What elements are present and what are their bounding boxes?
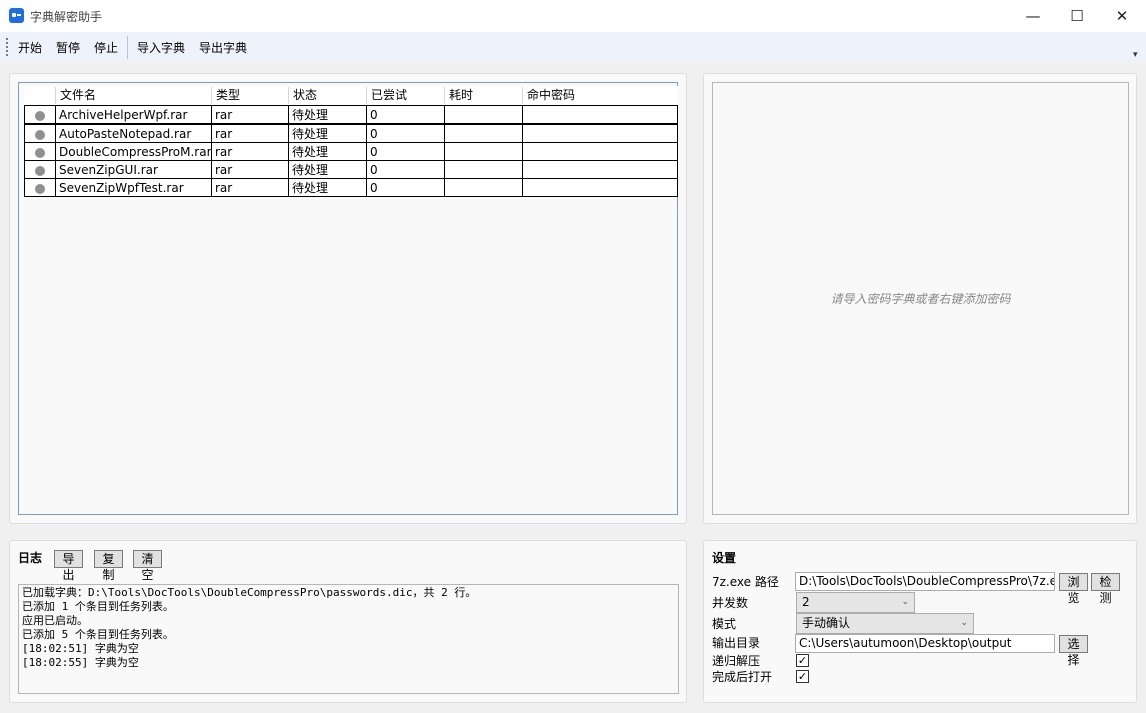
cell-status: 待处理 xyxy=(288,161,367,179)
column-header-hit-password[interactable]: 命中密码 xyxy=(522,87,678,104)
log-line: 应用已启动。 xyxy=(22,614,88,627)
cell-hit-password xyxy=(522,161,677,179)
cell-status: 待处理 xyxy=(288,125,367,143)
cell-tried: 0 xyxy=(366,143,445,161)
log-line: [18:02:55] 字典为空 xyxy=(22,656,139,669)
detect-button[interactable]: 检测 xyxy=(1091,573,1120,605)
status-dot-icon xyxy=(35,111,45,121)
checkmark-icon: ✓ xyxy=(797,670,808,683)
seven-zip-path-label: 7z.exe 路径 xyxy=(712,575,779,589)
import-dict-button[interactable]: 导入字典 xyxy=(135,39,187,57)
log-textbox[interactable]: 已加载字典：D:\Tools\DocTools\DoubleCompressPr… xyxy=(18,584,679,694)
cell-status: 待处理 xyxy=(288,179,367,197)
export-dict-button[interactable]: 导出字典 xyxy=(197,39,249,57)
window-title: 字典解密助手 xyxy=(30,10,103,24)
log-export-button[interactable]: 导出 xyxy=(54,550,83,582)
cell-filename: DoubleCompressProM.rar xyxy=(55,143,212,161)
cell-filename: SevenZipGUI.rar xyxy=(55,161,212,179)
status-dot-icon xyxy=(35,130,45,140)
log-clear-button[interactable]: 清空 xyxy=(133,550,162,582)
cell-time xyxy=(444,125,523,143)
title-bar xyxy=(0,0,1146,32)
table-row[interactable]: DoubleCompressProM.rar rar 待处理 0 xyxy=(24,142,678,161)
cell-type: rar xyxy=(211,125,289,143)
open-after-label: 完成后打开 xyxy=(712,670,773,684)
table-row[interactable]: ArchiveHelperWpf.rar rar 待处理 0 xyxy=(24,105,678,124)
concurrency-label: 并发数 xyxy=(712,596,749,610)
open-after-checkbox[interactable]: ✓ xyxy=(796,670,809,683)
cell-filename: SevenZipWpfTest.rar xyxy=(55,179,212,197)
status-dot-icon xyxy=(35,148,45,158)
cell-tried: 0 xyxy=(366,161,445,179)
table-row[interactable]: SevenZipWpfTest.rar rar 待处理 0 xyxy=(24,178,678,197)
cell-hit-password xyxy=(522,125,677,143)
choose-dir-button[interactable]: 选择 xyxy=(1059,635,1088,667)
output-dir-label: 输出目录 xyxy=(712,636,761,650)
cell-filename: AutoPasteNotepad.rar xyxy=(55,125,212,143)
status-dot-icon xyxy=(35,166,45,176)
column-header-status[interactable]: 状态 xyxy=(288,87,366,104)
settings-title: 设置 xyxy=(712,551,737,565)
chevron-down-icon: ⌄ xyxy=(901,597,909,607)
close-button[interactable]: ✕ xyxy=(1099,0,1145,32)
cell-hit-password xyxy=(522,143,677,161)
pause-button[interactable]: 暂停 xyxy=(54,39,82,57)
table-row[interactable]: AutoPasteNotepad.rar rar 待处理 0 xyxy=(24,124,678,143)
mode-label: 模式 xyxy=(712,617,737,631)
cell-type: rar xyxy=(211,161,289,179)
seven-zip-path-input[interactable]: D:\Tools\DocTools\DoubleCompressPro\7z.e… xyxy=(795,572,1055,591)
cell-tried: 0 xyxy=(366,125,445,143)
concurrency-select[interactable]: 2 ⌄ xyxy=(796,592,915,613)
concurrency-value: 2 xyxy=(802,595,810,609)
app-icon xyxy=(9,8,24,23)
column-header-tried[interactable]: 已尝试 xyxy=(366,87,444,104)
cell-time xyxy=(444,161,523,179)
mode-value: 手动确认 xyxy=(802,616,851,630)
log-line: 已添加 1 个条目到任务列表。 xyxy=(22,600,174,613)
cell-time xyxy=(444,179,523,197)
column-header-time[interactable]: 耗时 xyxy=(444,87,522,104)
log-line: 已加载字典：D:\Tools\DocTools\DoubleCompressPr… xyxy=(22,586,477,599)
log-line: 已添加 5 个条目到任务列表。 xyxy=(22,628,174,641)
output-dir-input[interactable]: C:\Users\autumoon\Desktop\output xyxy=(795,634,1055,653)
toolbar-overflow-icon[interactable]: ▾ xyxy=(1133,50,1138,60)
status-dot-icon xyxy=(35,184,45,194)
column-header-filename[interactable]: 文件名 xyxy=(55,87,211,104)
cell-filename: ArchiveHelperWpf.rar xyxy=(55,106,212,124)
toolbar-separator xyxy=(127,36,128,59)
table-row[interactable]: SevenZipGUI.rar rar 待处理 0 xyxy=(24,160,678,179)
recursive-extract-checkbox[interactable]: ✓ xyxy=(796,654,809,667)
cell-type: rar xyxy=(211,106,289,124)
maximize-button[interactable]: ☐ xyxy=(1054,0,1100,32)
cell-type: rar xyxy=(211,143,289,161)
log-line: [18:02:51] 字典为空 xyxy=(22,642,139,655)
chevron-down-icon: ⌄ xyxy=(960,618,968,628)
stop-button[interactable]: 停止 xyxy=(92,39,120,57)
start-button[interactable]: 开始 xyxy=(16,39,44,57)
log-copy-button[interactable]: 复制 xyxy=(94,550,123,582)
cell-tried: 0 xyxy=(366,106,445,124)
checkmark-icon: ✓ xyxy=(797,654,808,667)
cell-type: rar xyxy=(211,179,289,197)
minimize-button[interactable]: — xyxy=(1010,0,1056,32)
mode-select[interactable]: 手动确认 ⌄ xyxy=(796,613,974,634)
cell-tried: 0 xyxy=(366,179,445,197)
cell-status: 待处理 xyxy=(288,143,367,161)
cell-time xyxy=(444,106,523,124)
cell-time xyxy=(444,143,523,161)
column-header-type[interactable]: 类型 xyxy=(211,87,288,104)
cell-status: 待处理 xyxy=(288,106,367,124)
log-title: 日志 xyxy=(18,551,43,565)
toolbar-grip[interactable] xyxy=(6,38,8,58)
password-list-hint: 请导入密码字典或者右键添加密码 xyxy=(830,292,1011,306)
cell-hit-password xyxy=(522,106,677,124)
browse-button[interactable]: 浏览 xyxy=(1059,573,1088,605)
cell-hit-password xyxy=(522,179,677,197)
